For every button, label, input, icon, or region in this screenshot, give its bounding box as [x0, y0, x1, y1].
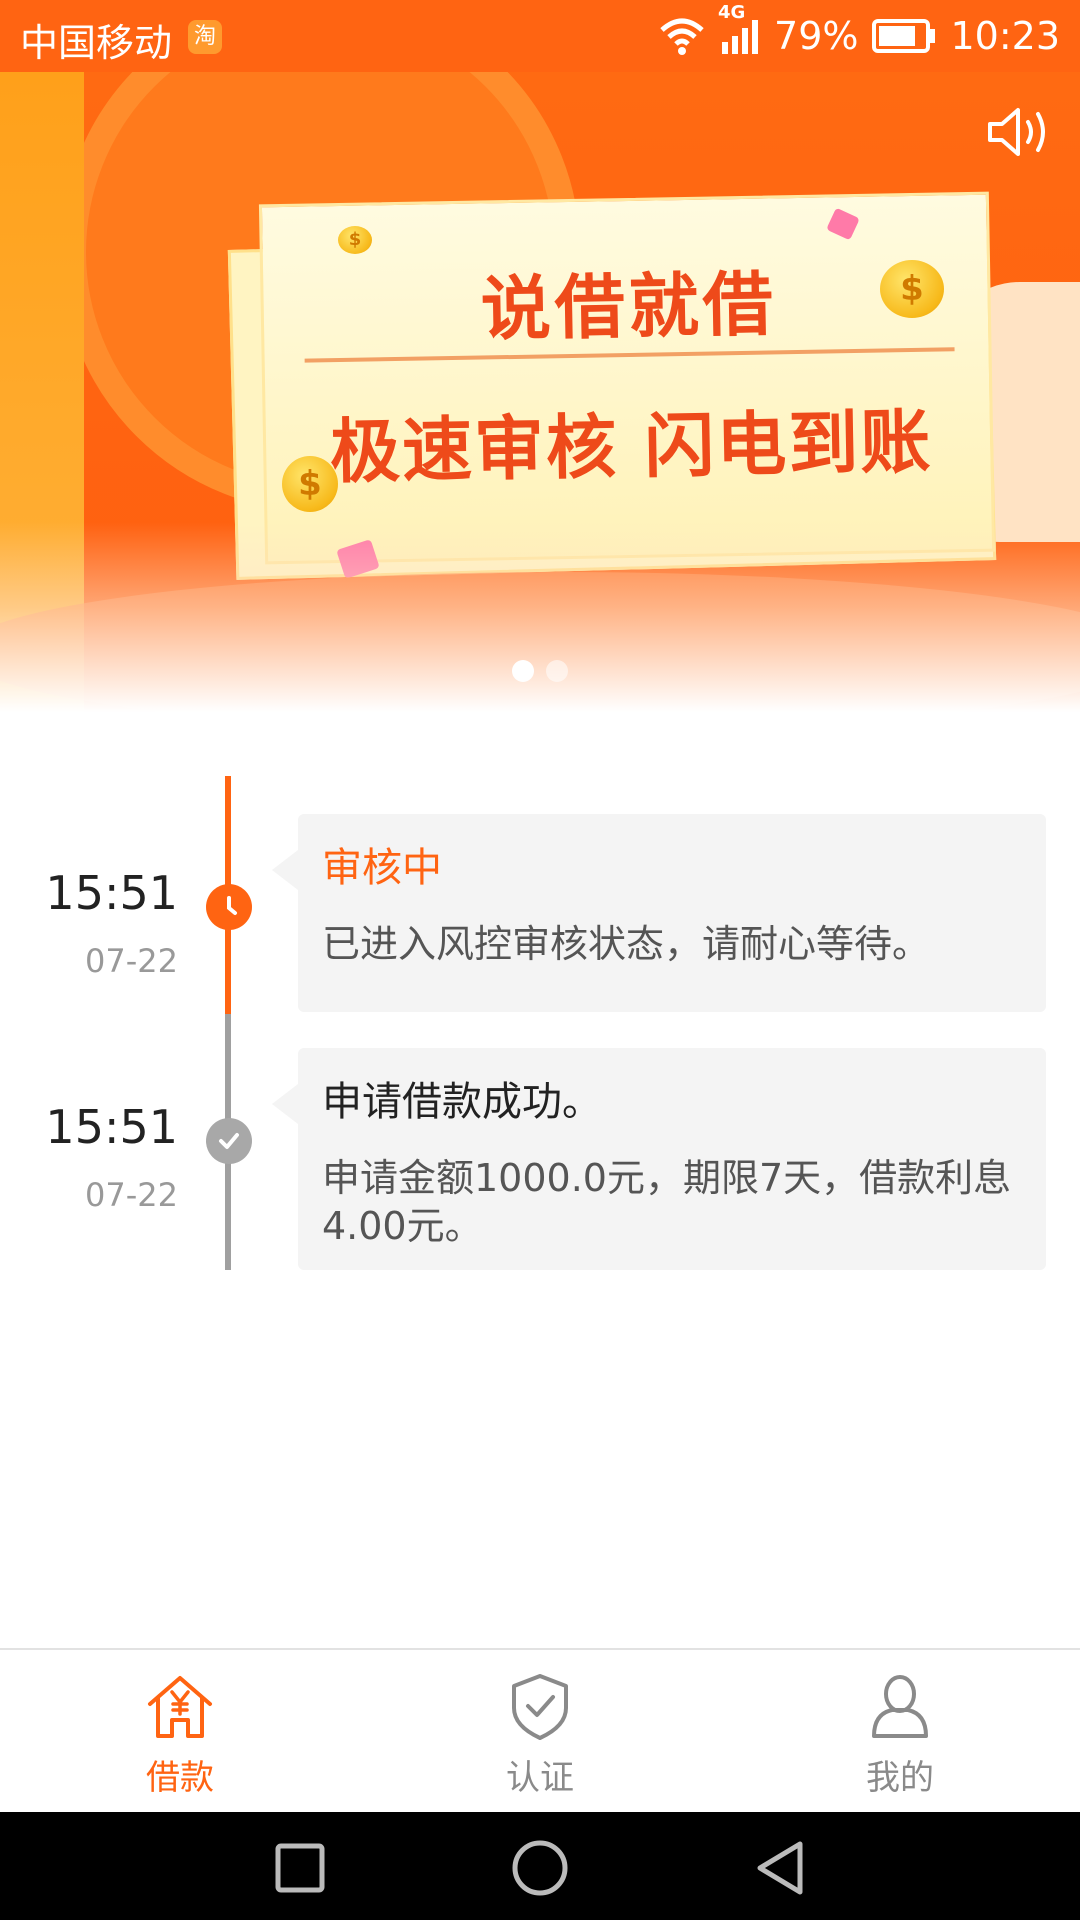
banner-note-card: 说借就借 极速审核 闪电到账	[258, 191, 996, 565]
timeline-card-description: 已进入风控审核状态，请耐心等待。	[322, 922, 931, 966]
nav-item-profile[interactable]: 我的	[720, 1650, 1080, 1812]
coin-icon: $	[282, 456, 338, 512]
user-icon	[872, 1675, 928, 1738]
timeline-date: 07-22	[85, 942, 178, 980]
timeline-card-application: 申请借款成功。 申请金额1000.0元，期限7天，借款利息4.00元。	[272, 1048, 1046, 1270]
triangle-back-icon	[757, 1841, 803, 1895]
coin-icon: $	[338, 226, 372, 254]
taobao-notification-icon: 淘	[188, 20, 222, 54]
clock-time: 10:23	[950, 14, 1060, 58]
back-button[interactable]	[752, 1840, 808, 1896]
nav-item-loan[interactable]: 借款	[0, 1650, 360, 1812]
nav-label-profile: 我的	[866, 1758, 934, 1798]
nav-label-verification: 认证	[506, 1758, 574, 1798]
carousel-dot[interactable]	[546, 660, 568, 682]
sound-toggle-button[interactable]	[984, 102, 1054, 162]
timeline-card-title: 申请借款成功。	[322, 1079, 602, 1125]
square-icon	[275, 1843, 325, 1893]
speaker-icon	[988, 108, 1045, 156]
checkmark-icon	[206, 1118, 252, 1164]
circle-icon	[512, 1840, 568, 1896]
timeline-date: 07-22	[85, 1176, 178, 1214]
clock-icon	[206, 884, 252, 930]
banner-bottom-fade	[0, 522, 1080, 712]
timeline-card-reviewing: 审核中 已进入风控审核状态，请耐心等待。	[272, 814, 1046, 1012]
promo-banner-carousel[interactable]: 说借就借 极速审核 闪电到账 $ $ $	[0, 72, 1080, 712]
timeline-card-title: 审核中	[322, 845, 442, 891]
network-type-label: 4G	[718, 2, 746, 23]
carousel-dot-active[interactable]	[512, 660, 534, 682]
wifi-icon	[658, 16, 706, 56]
status-bar: 中国移动 淘 4G 79% 10:23	[0, 0, 1080, 72]
coin-icon: $	[880, 260, 944, 318]
nav-item-verification[interactable]: 认证	[360, 1650, 720, 1812]
timeline-card-description: 申请金额1000.0元，期限7天，借款利息4.00元。	[322, 1156, 1012, 1248]
home-button[interactable]	[510, 1840, 568, 1896]
bottom-navigation: 借款 认证 我的	[0, 1648, 1080, 1812]
battery-percent: 79%	[774, 14, 859, 58]
recent-apps-button[interactable]	[272, 1840, 328, 1896]
banner-slogan: 极速审核 闪电到账	[329, 400, 934, 494]
carrier-name: 中国移动	[20, 21, 173, 65]
timeline-time: 15:51	[45, 1100, 178, 1154]
battery-icon	[872, 19, 936, 53]
nav-label-loan: 借款	[146, 1758, 214, 1798]
house-yen-icon	[148, 1676, 212, 1738]
system-navigation-bar	[0, 1812, 1080, 1920]
cellular-signal-icon: 4G	[718, 2, 760, 56]
carousel-pagination	[512, 660, 568, 682]
timeline-time: 15:51	[45, 866, 178, 920]
shield-check-icon	[512, 1674, 568, 1740]
